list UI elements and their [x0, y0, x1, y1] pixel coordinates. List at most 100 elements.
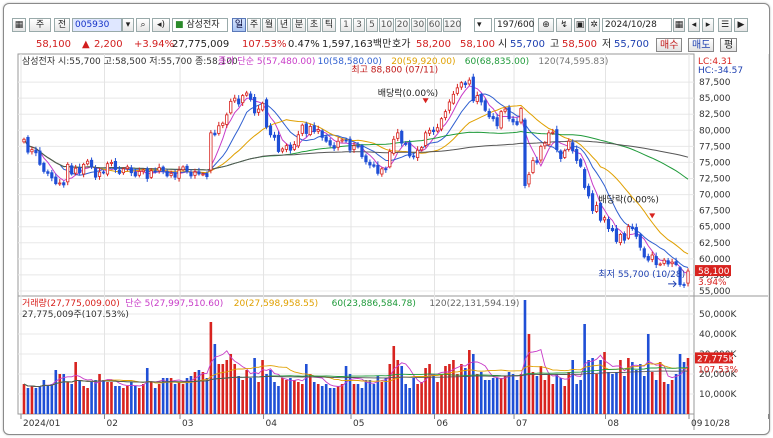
volume-bar: [78, 380, 81, 414]
volume-bar: [364, 380, 368, 414]
candle-body: [121, 168, 125, 174]
candle: [423, 130, 428, 148]
dividend-annotation-2: 배당락(0.00%): [598, 193, 658, 205]
volume-bar: [54, 370, 58, 414]
volume-bar: [185, 378, 189, 414]
volume-bar: [66, 382, 70, 414]
price-tick-label: 60,000: [699, 255, 731, 265]
candle-body: [217, 125, 221, 134]
candle-body: [427, 129, 432, 134]
candle: [66, 162, 70, 186]
candle-body: [662, 259, 666, 264]
volume-bar: [420, 382, 423, 414]
candle-body: [384, 168, 388, 171]
volume-bar: [452, 360, 455, 414]
volume-bar: [360, 388, 364, 414]
volume-bar: [46, 386, 50, 414]
candle-body: [435, 127, 440, 132]
volume-bar: [165, 378, 169, 414]
month-label: 08: [607, 419, 619, 429]
volume-bar: [209, 322, 213, 414]
candle: [579, 158, 583, 168]
candle-body: [260, 102, 265, 111]
volume-bar: [301, 384, 304, 414]
volume-tick-label: 10,000K: [699, 390, 737, 400]
volume-bar: [579, 380, 582, 414]
candle-body: [169, 172, 173, 176]
volume-bar: [293, 380, 296, 414]
candle-body: [364, 155, 368, 163]
candle-body: [606, 218, 611, 230]
price-tick-label: 62,500: [699, 239, 731, 249]
candle-body: [451, 93, 456, 104]
volume-bar: [134, 386, 137, 414]
volume-bar: [456, 374, 459, 414]
month-label: 04: [266, 419, 278, 429]
volume-bar: [74, 362, 77, 414]
candle-body: [101, 171, 106, 174]
volume-bar: [356, 384, 360, 414]
volume-sub-legend: 27,775,009주(107.53%): [22, 309, 129, 320]
volume-bar: [277, 386, 280, 414]
volume-bar: [297, 382, 300, 414]
candle-body: [642, 248, 646, 258]
candle-body: [324, 136, 328, 142]
volume-bar: [102, 380, 105, 414]
volume-legend-item: 단순 5(27,997,510.60): [125, 298, 223, 309]
volume-bar: [22, 384, 26, 414]
candle-body: [165, 171, 169, 177]
candle-body: [42, 162, 46, 172]
candle: [499, 110, 503, 130]
volume-bar: [658, 362, 662, 414]
volume-bar: [237, 376, 241, 414]
candle-body: [209, 132, 213, 171]
candle-body: [431, 129, 436, 132]
candle-body: [54, 176, 58, 185]
candle-body: [614, 228, 619, 242]
volume-bar: [555, 374, 559, 414]
volume-bar: [257, 382, 260, 414]
volume-bar: [340, 384, 344, 414]
volume-bar: [82, 386, 85, 414]
candle: [583, 167, 587, 190]
volume-bar: [241, 380, 244, 414]
volume-bar: [261, 360, 264, 414]
volume-bar: [503, 376, 507, 414]
volume-bar: [380, 382, 384, 414]
volume-bar: [571, 360, 575, 414]
volume-bar: [38, 386, 42, 414]
candle-body: [93, 168, 98, 178]
candle-body: [360, 145, 364, 158]
candle-body: [483, 100, 487, 111]
last-pct-label: 3.94%: [698, 278, 727, 288]
candle-body: [157, 167, 161, 172]
candle-body: [666, 260, 670, 265]
candle-body: [284, 145, 289, 150]
price-tick-label: 67,500: [699, 207, 731, 217]
chart-window: ▦ 주 전 005930 ▾ ⌕ ◂) ■ 삼성전자 일 주 월 년 분 초 틱 1 3 5 10 2…: [3, 3, 770, 435]
candle-body: [372, 164, 376, 167]
volume-bar: [646, 334, 650, 414]
volume-bar: [499, 378, 503, 414]
candle-body: [26, 136, 30, 153]
candle-body: [352, 145, 356, 150]
volume-bar: [201, 372, 205, 414]
candle-body: [654, 256, 658, 266]
volume-bar: [424, 368, 427, 414]
candle-body: [563, 150, 567, 158]
candle-body: [610, 227, 615, 231]
volume-bar: [145, 368, 149, 414]
volume-bar: [384, 378, 388, 414]
price-tick-label: 80,000: [699, 126, 731, 136]
candle-body: [340, 139, 344, 142]
candle-body: [487, 110, 491, 118]
volume-bar: [205, 378, 209, 414]
volume-bar: [336, 386, 340, 414]
volume-bar: [332, 388, 336, 414]
candle-body: [280, 148, 285, 152]
volume-bar: [149, 382, 153, 414]
price-legend: 삼성전자 시:55,700 고:58,500 저:55,700 종:58,100: [22, 56, 238, 67]
candle-body: [650, 254, 654, 260]
stock-chart[interactable]: 55,00057,50060,00062,50065,00067,50070,0…: [4, 4, 769, 434]
month-label: 09: [691, 419, 703, 429]
